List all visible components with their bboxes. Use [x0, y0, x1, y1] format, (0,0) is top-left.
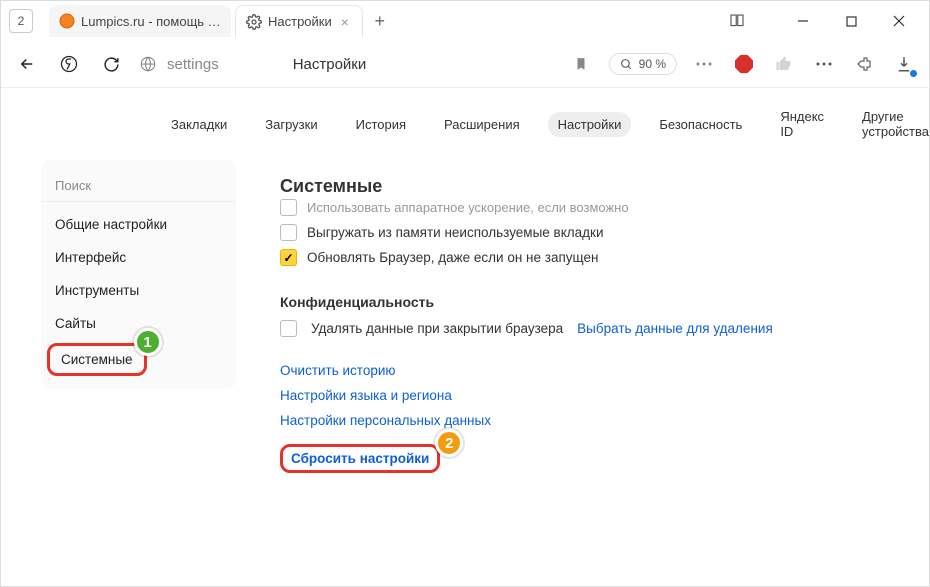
link-label: Сбросить настройки — [291, 451, 429, 466]
annotation-badge-2: 2 — [435, 429, 463, 457]
tab-label: Lumpics.ru - помощь с ком — [81, 14, 221, 29]
reload-button[interactable] — [97, 50, 125, 78]
link-reset-settings[interactable]: Сбросить настройки 2 — [280, 444, 440, 473]
magnify-icon — [620, 58, 633, 71]
section-heading-system: Системные — [280, 176, 889, 197]
window-minimize-button[interactable] — [781, 5, 825, 37]
url-path: settings — [167, 56, 219, 73]
checkbox[interactable] — [280, 320, 297, 337]
topnav-history[interactable]: История — [346, 112, 416, 137]
yandex-home-icon[interactable] — [55, 50, 83, 78]
link-choose-data[interactable]: Выбрать данные для удаления — [577, 321, 773, 336]
window-titlebar: 2 Lumpics.ru - помощь с ком Настройки × … — [1, 1, 929, 41]
downloads-icon[interactable] — [891, 51, 917, 77]
address-page-title: Настройки — [293, 56, 367, 73]
reader-mode-icon[interactable] — [721, 12, 753, 30]
sidebar-item-label: Системные — [61, 352, 133, 367]
tab-count-indicator[interactable]: 2 — [9, 9, 33, 33]
checkbox[interactable] — [280, 224, 297, 241]
sidebar-item-tools[interactable]: Инструменты — [41, 274, 236, 307]
checkbox-checked[interactable] — [280, 249, 297, 266]
checkbox-label: Выгружать из памяти неиспользуемые вклад… — [307, 225, 603, 240]
back-button[interactable] — [13, 50, 41, 78]
topnav-extensions[interactable]: Расширения — [434, 112, 530, 137]
main-area: Поиск Общие настройки Интерфейс Инструме… — [1, 160, 929, 499]
option-update-browser[interactable]: Обновлять Браузер, даже если он не запущ… — [280, 249, 889, 266]
favicon-lumpics — [59, 13, 75, 29]
zoom-indicator[interactable]: 90 % — [609, 53, 677, 75]
more-tools-icon[interactable] — [691, 51, 717, 77]
topnav-settings[interactable]: Настройки — [548, 112, 632, 137]
window-maximize-button[interactable] — [829, 5, 873, 37]
topnav-downloads[interactable]: Загрузки — [255, 112, 327, 137]
topnav-yandexid[interactable]: Яндекс ID — [770, 104, 834, 144]
option-unload-tabs[interactable]: Выгружать из памяти неиспользуемые вклад… — [280, 224, 889, 241]
sidebar-item-general[interactable]: Общие настройки — [41, 208, 236, 241]
sidebar-item-interface[interactable]: Интерфейс — [41, 241, 236, 274]
link-language-region[interactable]: Настройки языка и региона — [280, 388, 889, 403]
section-heading-privacy: Конфиденциальность — [280, 294, 889, 310]
topnav-bookmarks[interactable]: Закладки — [161, 112, 237, 137]
settings-topnav: Закладки Загрузки История Расширения Нас… — [1, 88, 929, 160]
zoom-value: 90 % — [639, 57, 666, 71]
settings-sidebar: Поиск Общие настройки Интерфейс Инструме… — [41, 160, 236, 389]
option-hardware-accel[interactable]: Использовать аппаратное ускорение, если … — [280, 199, 889, 216]
new-tab-button[interactable]: + — [367, 8, 393, 34]
tab-label: Настройки — [268, 14, 332, 29]
topnav-security[interactable]: Безопасность — [649, 112, 752, 137]
link-clear-history[interactable]: Очистить историю — [280, 363, 889, 378]
sidebar-item-system[interactable]: Системные 1 — [47, 343, 147, 376]
checkbox[interactable] — [280, 199, 297, 216]
thumbs-icon[interactable] — [771, 51, 797, 77]
url-box[interactable]: settings — [139, 55, 219, 73]
link-personal-data[interactable]: Настройки персональных данных — [280, 413, 889, 428]
more-menu-icon[interactable] — [811, 51, 837, 77]
adblock-icon[interactable] — [731, 51, 757, 77]
topnav-devices[interactable]: Другие устройства — [852, 104, 930, 144]
settings-content: Системные Использовать аппаратное ускоре… — [256, 160, 913, 499]
bookmark-icon[interactable] — [567, 50, 595, 78]
tab-settings[interactable]: Настройки × — [235, 5, 363, 37]
checkbox-label: Использовать аппаратное ускорение, если … — [307, 200, 629, 215]
tab-lumpics[interactable]: Lumpics.ru - помощь с ком — [49, 5, 231, 37]
sidebar-search[interactable]: Поиск — [41, 170, 236, 202]
option-clear-on-close: Удалять данные при закрытии браузера Выб… — [280, 320, 889, 337]
gear-icon — [246, 14, 262, 30]
window-close-button[interactable] — [877, 5, 921, 37]
checkbox-label: Удалять данные при закрытии браузера — [311, 321, 563, 336]
close-tab-icon[interactable]: × — [338, 15, 352, 29]
checkbox-label: Обновлять Браузер, даже если он не запущ… — [307, 250, 598, 265]
address-bar: settings Настройки 90 % — [1, 41, 929, 87]
globe-icon — [139, 55, 157, 73]
annotation-badge-1: 1 — [134, 328, 162, 356]
extensions-icon[interactable] — [851, 51, 877, 77]
